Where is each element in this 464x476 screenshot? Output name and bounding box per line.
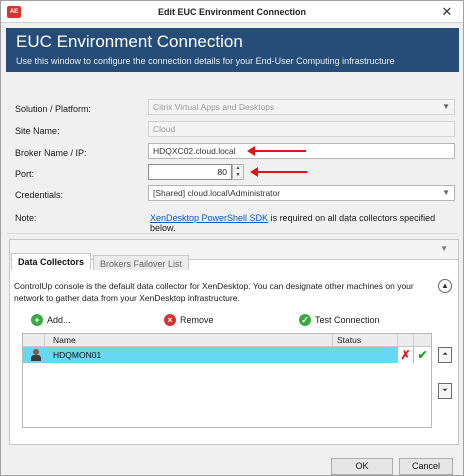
solution-value: Citrix Virtual Apps and Desktops [153, 102, 275, 112]
grid-header: Name Status [23, 334, 431, 347]
collapse-up-icon[interactable]: ▲ [438, 279, 452, 293]
double-chevron-up-icon[interactable]: ⏶ [438, 347, 452, 363]
sdk-link[interactable]: XenDesktop PowerShell SDK [150, 213, 268, 223]
header-banner: EUC Environment Connection Use this wind… [6, 28, 459, 72]
ok-button[interactable]: OK [331, 458, 393, 475]
chevron-down-icon: ▼ [442, 102, 450, 111]
credentials-select[interactable]: [Shared] cloud.local\Administrator ▼ [148, 185, 455, 201]
solution-label: Solution / Platform: [15, 104, 92, 114]
broker-value: HDQXC02.cloud.local [153, 146, 236, 156]
section-divider [7, 233, 458, 234]
test-connection-label: Test Connection [315, 315, 380, 325]
grid-header-icon-col [23, 334, 45, 347]
cancel-button[interactable]: Cancel [399, 458, 453, 475]
port-spinner[interactable]: ▲ ▼ [232, 164, 244, 180]
port-label: Port: [15, 169, 35, 179]
credentials-label: Credentials: [15, 190, 64, 200]
site-name-field: Cloud [148, 121, 455, 137]
x-circle-icon: × [164, 314, 176, 326]
checkmark-icon[interactable]: ✔ [414, 347, 431, 363]
plus-circle-icon: + [31, 314, 43, 326]
window-title: Edit EUC Environment Connection [157, 7, 306, 17]
port-input[interactable]: 80 [148, 164, 232, 180]
collectors-grid: Name Status HDQMON01 ✗ ✔ [22, 333, 432, 428]
table-row[interactable]: HDQMON01 ✗ ✔ [23, 347, 431, 363]
site-name-value: Cloud [153, 124, 176, 134]
grid-header-action1 [398, 334, 414, 347]
grid-header-status[interactable]: Status [333, 334, 398, 347]
spin-down-icon[interactable]: ▼ [233, 172, 243, 179]
test-connection-button[interactable]: ✓ Test Connection [299, 314, 380, 326]
broker-label: Broker Name / IP: [15, 148, 87, 158]
title-bar: AE Edit EUC Environment Connection ✕ [1, 1, 463, 23]
grid-header-action2 [414, 334, 431, 347]
site-name-label: Site Name: [15, 126, 60, 136]
collector-name: HDQMON01 [53, 350, 102, 360]
solution-select: Citrix Virtual Apps and Desktops ▼ [148, 99, 455, 115]
credentials-value: [Shared] cloud.local\Administrator [153, 188, 281, 198]
note-label: Note: [15, 213, 37, 223]
close-button[interactable]: ✕ [439, 4, 455, 20]
double-chevron-down-icon[interactable]: ⏷ [438, 383, 452, 399]
note-text: XenDesktop PowerShell SDK is required on… [150, 213, 463, 233]
tab-brokers-failover[interactable]: Brokers Failover List [93, 255, 190, 270]
add-button[interactable]: + Add... [31, 314, 71, 326]
chevron-down-icon[interactable]: ▼ [440, 244, 448, 253]
tab-data-collectors[interactable]: Data Collectors [11, 253, 92, 270]
annotation-arrow-port [250, 167, 307, 177]
add-label: Add... [47, 315, 71, 325]
check-circle-icon: ✓ [299, 314, 311, 326]
spin-up-icon[interactable]: ▲ [233, 165, 243, 172]
remove-label: Remove [180, 315, 214, 325]
annotation-arrow-broker [247, 146, 306, 156]
grid-header-name[interactable]: Name [45, 334, 333, 347]
remove-button[interactable]: × Remove [164, 314, 214, 326]
chevron-down-icon: ▼ [442, 188, 450, 197]
user-icon [31, 349, 41, 361]
collectors-description: ControlUp console is the default data co… [14, 281, 414, 303]
banner-subtitle: Use this window to configure the connect… [16, 56, 395, 66]
dialog-window: AE Edit EUC Environment Connection ✕ EUC… [0, 0, 464, 476]
delete-x-icon[interactable]: ✗ [398, 347, 413, 363]
banner-title: EUC Environment Connection [16, 32, 243, 51]
